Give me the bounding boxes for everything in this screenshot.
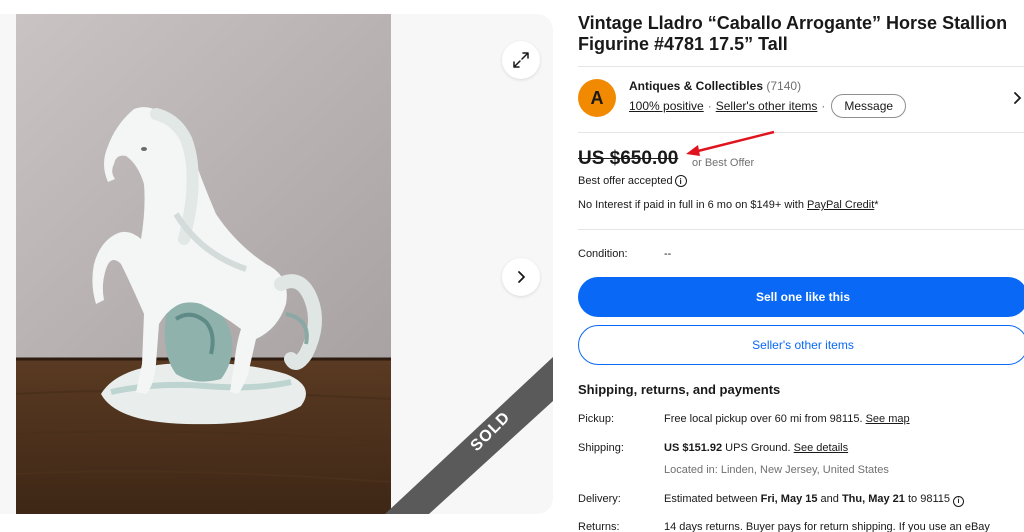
seller-avatar[interactable]: A	[578, 79, 616, 117]
sold-ribbon	[385, 357, 553, 514]
shipping-label: Shipping:	[578, 442, 624, 454]
seller-positive-link[interactable]: 100% positive	[629, 99, 704, 113]
shipping-method: UPS Ground.	[722, 442, 794, 454]
expand-icon	[513, 52, 529, 68]
seller-name-row: Antiques & Collectibles (7140)	[629, 79, 801, 93]
see-details-link[interactable]: See details	[794, 442, 848, 454]
item-price: US $650.00	[578, 148, 679, 169]
best-offer-accepted: Best offer accepted i	[578, 175, 687, 187]
financing-text: No Interest if paid in full in 6 mo on $…	[578, 199, 807, 211]
returns-label: Returns:	[578, 521, 620, 532]
delivery-prefix: Estimated between	[664, 493, 761, 505]
delivery-value: Estimated between Fri, May 15 and Thu, M…	[664, 493, 964, 507]
condition-value: --	[664, 248, 672, 260]
delivery-label: Delivery:	[578, 493, 621, 505]
pickup-label: Pickup:	[578, 413, 615, 425]
returns-value: 14 days returns. Buyer pays for return s…	[664, 521, 990, 532]
delivery-end-date: Thu, May 21	[841, 493, 905, 505]
seller-feedback-count: (7140)	[766, 79, 802, 93]
separator-dot: ·	[707, 99, 712, 113]
info-icon[interactable]: i	[952, 496, 964, 507]
product-photo[interactable]	[16, 14, 391, 514]
delivery-suffix: to 98115	[904, 493, 950, 505]
delivery-and: and	[817, 493, 842, 505]
listing-title: Vintage Lladro “Caballo Arrogante” Horse…	[578, 13, 1008, 54]
divider	[578, 132, 1024, 133]
pickup-value: Free local pickup over 60 mi from 98115.…	[664, 413, 910, 425]
see-map-link[interactable]: See map	[866, 413, 910, 425]
paypal-credit-link[interactable]: PayPal Credit	[807, 199, 874, 211]
seller-links: 100% positive · Seller's other items · M…	[629, 94, 907, 118]
sell-one-like-this-button[interactable]: Sell one like this	[578, 277, 1024, 317]
delivery-start-date: Fri, May 15	[760, 493, 818, 505]
message-seller-button[interactable]: Message	[831, 94, 907, 118]
shipping-heading: Shipping, returns, and payments	[578, 382, 781, 397]
separator-dot: ·	[821, 99, 826, 113]
seller-name[interactable]: Antiques & Collectibles	[629, 79, 763, 93]
seller-card[interactable]: A Antiques & Collectibles (7140) 100% po…	[578, 79, 1024, 119]
next-image-button[interactable]	[502, 258, 540, 296]
shipping-price: US $151.92	[664, 442, 723, 454]
expand-image-button[interactable]	[502, 41, 540, 79]
pickup-text: Free local pickup over 60 mi from 98115.	[664, 413, 866, 425]
condition-label: Condition:	[578, 248, 628, 260]
best-offer-accepted-text: Best offer accepted	[578, 175, 673, 187]
item-location: Located in: Linden, New Jersey, United S…	[664, 464, 889, 476]
chevron-right-icon[interactable]	[1012, 91, 1022, 108]
best-offer-note: or Best Offer	[692, 157, 755, 169]
financing-asterisk: *	[874, 199, 879, 211]
financing-info: No Interest if paid in full in 6 mo on $…	[578, 199, 879, 211]
chevron-right-icon	[518, 271, 525, 283]
shipping-value: US $151.92 UPS Ground. See details	[664, 442, 848, 454]
divider	[578, 229, 1024, 230]
info-icon[interactable]: i	[674, 175, 687, 187]
sellers-other-items-button[interactable]: Seller's other items	[578, 325, 1024, 365]
divider	[578, 66, 1024, 67]
seller-other-items-link[interactable]: Seller's other items	[716, 99, 818, 113]
